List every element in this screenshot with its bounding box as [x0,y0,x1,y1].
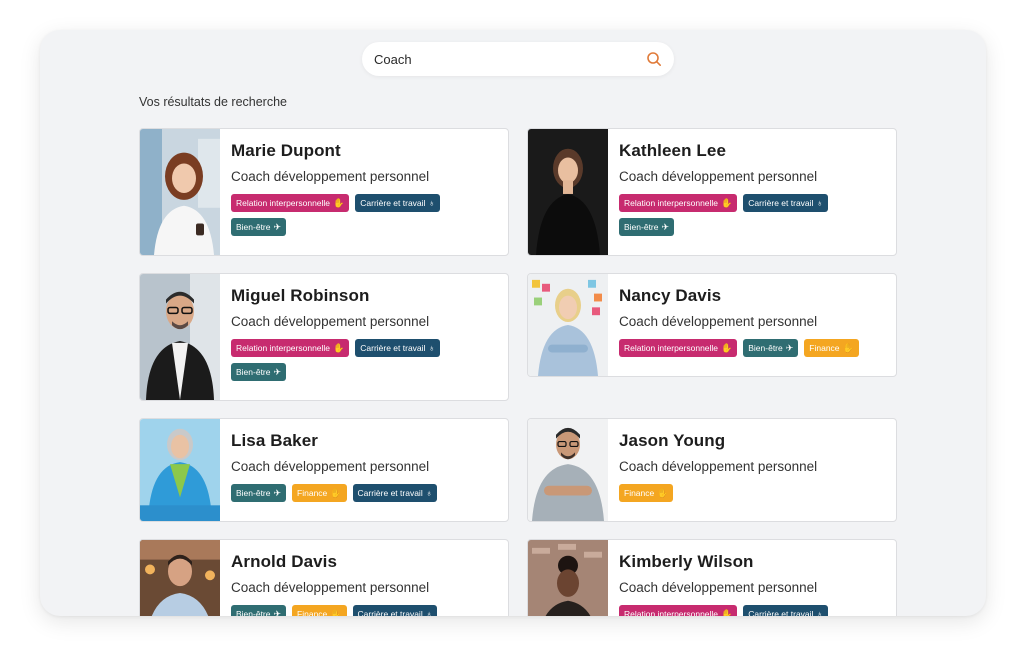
tag-list: Relation interpersonnelle ✋ Bien-être ✈ Fi… [619,339,889,357]
dove-icon: ✈ [273,608,282,616]
coach-card-nancy-davis[interactable]: Nancy Davis Coach développement personne… [527,273,897,377]
tag-bien-etre[interactable]: Bien-être ✈ [231,218,287,236]
tag-finance[interactable]: Finance ✋ [804,339,859,357]
avatar [140,540,220,616]
coach-role: Coach développement personnel [231,169,430,184]
avatar [528,274,608,376]
lightbulb-icon: ♁ [425,608,433,616]
coach-role: Coach développement personnel [619,459,818,474]
tag-finance[interactable]: Finance ✋ [292,605,347,616]
handshake-icon: ✋ [333,197,345,208]
search-input[interactable] [374,51,644,67]
handshake-icon: ✋ [721,342,733,353]
tag-carriere[interactable]: Carrière et travail ♁ [352,605,438,616]
money-icon: ✋ [330,608,342,616]
avatar [140,129,220,255]
tag-relation[interactable]: Relation interpersonnelle ✋ [619,194,738,212]
coach-name: Marie Dupont [231,141,341,160]
lightbulb-icon: ♁ [428,342,436,353]
avatar [528,129,608,255]
tag-list: Bien-être ✈ Finance ✋ Carrière et travail ♁ [231,484,501,502]
tag-list: Relation interpersonnelle ✋ Carrière et t… [231,339,501,381]
coach-role: Coach développement personnel [619,169,818,184]
avatar [140,419,220,521]
search-bar [362,42,674,76]
coach-card-kathleen-lee[interactable]: Kathleen Lee Coach développement personn… [527,128,897,256]
dove-icon: ✈ [273,366,282,377]
tag-bien-etre[interactable]: Bien-être ✈ [743,339,799,357]
coach-card-marie-dupont[interactable]: Marie Dupont Coach développement personn… [139,128,509,256]
coach-name: Lisa Baker [231,431,318,450]
dove-icon: ✈ [273,487,282,498]
tag-bien-etre[interactable]: Bien-être ✈ [231,484,287,502]
tag-list: Relation interpersonnelle ✋ Carrière et t… [619,194,889,236]
tag-list: Finance ✋ [619,484,889,502]
tag-carriere[interactable]: Carrière et travail ♁ [743,605,829,616]
coach-name: Miguel Robinson [231,286,370,305]
tag-relation[interactable]: Relation interpersonnelle ✋ [231,339,350,357]
coach-card-lisa-baker[interactable]: Lisa Baker Coach développement personnel… [139,418,509,522]
tag-bien-etre[interactable]: Bien-être ✈ [619,218,675,236]
dove-icon: ✈ [273,221,282,232]
coach-card-arnold-davis[interactable]: Arnold Davis Coach développement personn… [139,539,509,616]
handshake-icon: ✋ [721,608,733,616]
tag-relation[interactable]: Relation interpersonnelle ✋ [619,339,738,357]
tag-list: Relation interpersonnelle ✋ Carrière et t… [231,194,501,236]
avatar [140,274,220,400]
tag-relation[interactable]: Relation interpersonnelle ✋ [231,194,350,212]
tag-relation[interactable]: Relation interpersonnelle ✋ [619,605,738,616]
dove-icon: ✈ [785,342,794,353]
tag-finance[interactable]: Finance ✋ [292,484,347,502]
tag-list: Bien-être ✈ Finance ✋ Carrière et travail ♁ [231,605,501,616]
coach-role: Coach développement personnel [619,314,818,329]
lightbulb-icon: ♁ [816,197,824,208]
lightbulb-icon: ♁ [425,487,433,498]
lightbulb-icon: ♁ [816,608,824,616]
coach-role: Coach développement personnel [231,459,430,474]
dove-icon: ✈ [661,221,670,232]
coach-name: Kimberly Wilson [619,552,754,571]
coach-role: Coach développement personnel [231,580,430,595]
money-icon: ✋ [657,487,669,498]
lightbulb-icon: ♁ [428,197,436,208]
handshake-icon: ✋ [721,197,733,208]
tag-carriere[interactable]: Carrière et travail ♁ [355,194,441,212]
coach-role: Coach développement personnel [619,580,818,595]
coach-name: Jason Young [619,431,726,450]
tag-bien-etre[interactable]: Bien-être ✈ [231,363,287,381]
tag-finance[interactable]: Finance ✋ [619,484,674,502]
tag-carriere[interactable]: Carrière et travail ♁ [355,339,441,357]
coach-name: Nancy Davis [619,286,722,305]
results-heading: Vos résultats de recherche [139,95,287,109]
coach-card-miguel-robinson[interactable]: Miguel Robinson Coach développement pers… [139,273,509,401]
coach-role: Coach développement personnel [231,314,430,329]
search-icon[interactable] [644,49,664,69]
app-window: Vos résultats de recherche Marie Dupont … [40,30,986,616]
coach-card-kimberly-wilson[interactable]: Kimberly Wilson Coach développement pers… [527,539,897,616]
coach-name: Arnold Davis [231,552,338,571]
avatar [528,419,608,521]
tag-carriere[interactable]: Carrière et travail ♁ [352,484,438,502]
tag-carriere[interactable]: Carrière et travail ♁ [743,194,829,212]
coach-name: Kathleen Lee [619,141,727,160]
money-icon: ✋ [330,487,342,498]
coach-card-jason-young[interactable]: Jason Young Coach développement personne… [527,418,897,522]
avatar [528,540,608,616]
money-icon: ✋ [842,342,854,353]
tag-list: Relation interpersonnelle ✋ Carrière et t… [619,605,889,616]
handshake-icon: ✋ [333,342,345,353]
tag-bien-etre[interactable]: Bien-être ✈ [231,605,287,616]
